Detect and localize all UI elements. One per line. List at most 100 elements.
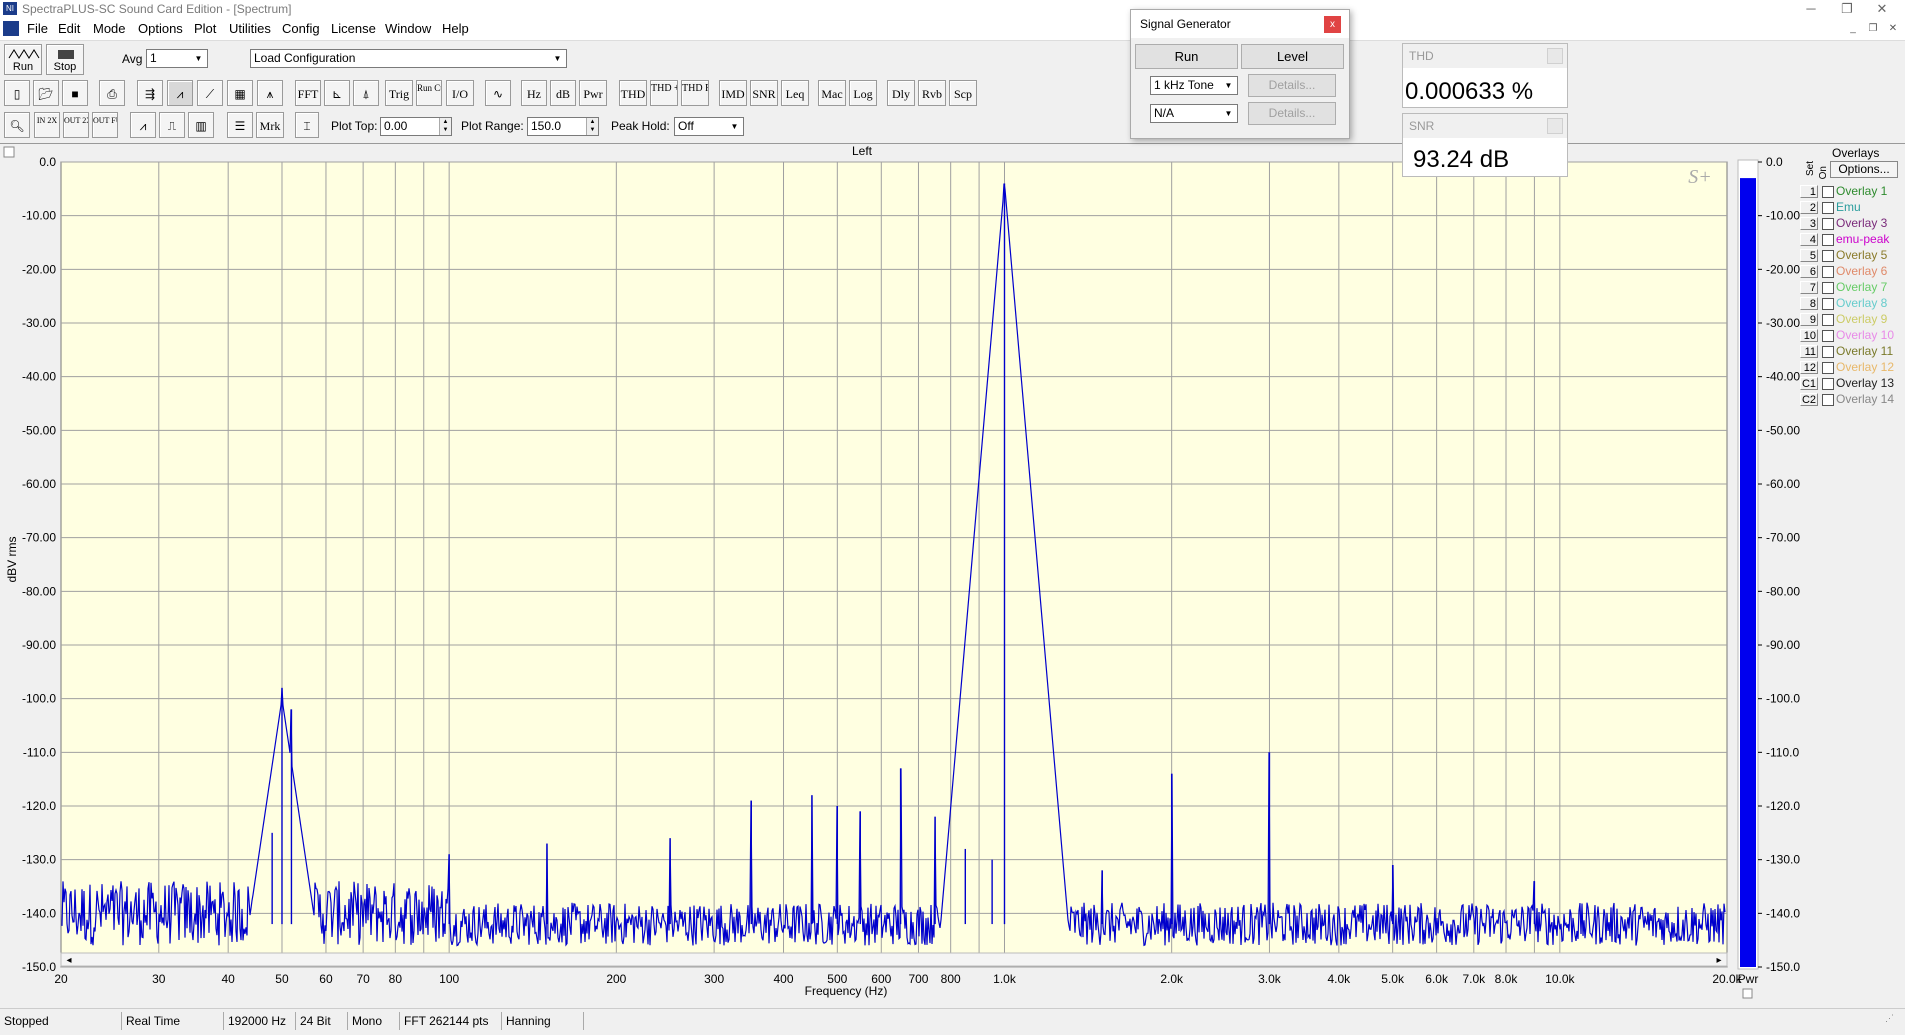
pwr-button[interactable]: Pwr — [579, 80, 607, 106]
rvb-button[interactable]: Rvb — [918, 80, 946, 106]
menu-window[interactable]: Window — [385, 21, 431, 36]
snr-meter-close-icon[interactable] — [1547, 118, 1563, 134]
overlay-on-checkbox[interactable] — [1822, 218, 1834, 230]
spectrogram-icon[interactable]: ▦ — [227, 80, 253, 106]
menu-file[interactable]: File — [27, 21, 48, 36]
menu-config[interactable]: Config — [282, 21, 320, 36]
overlay-on-checkbox[interactable] — [1822, 266, 1834, 278]
scroll-icon[interactable]: ⇶ — [137, 80, 163, 106]
collapse-icon[interactable] — [3, 146, 15, 158]
overlay-set-button[interactable]: 5 — [1800, 249, 1818, 262]
configuration-select[interactable]: Load Configuration ▼ — [250, 49, 567, 68]
new-icon[interactable]: ▯ — [4, 80, 30, 106]
resize-grip-icon[interactable]: ⋰ — [1885, 1013, 1901, 1029]
generator-icon[interactable]: ∿ — [485, 80, 511, 106]
overlay-on-checkbox[interactable] — [1822, 202, 1834, 214]
close-button[interactable]: ✕ — [1859, 0, 1905, 18]
hz-button[interactable]: Hz — [521, 80, 547, 106]
marker-button[interactable]: Mrk — [256, 112, 284, 138]
mdi-close-icon[interactable]: ✕ — [1885, 21, 1901, 36]
peak-hold-select[interactable]: Off ▼ — [674, 117, 744, 136]
menu-help[interactable]: Help — [442, 21, 469, 36]
menu-mode[interactable]: Mode — [93, 21, 126, 36]
overlay-set-button[interactable]: 4 — [1800, 233, 1818, 246]
overlay-on-checkbox[interactable] — [1822, 298, 1834, 310]
fft-button[interactable]: FFT — [295, 80, 321, 106]
avg-select[interactable]: 1 ▼ — [146, 49, 208, 68]
overlay-on-checkbox[interactable] — [1822, 362, 1834, 374]
plot-top-input[interactable]: 0.00 ▲ ▼ — [380, 117, 452, 136]
plot-range-input[interactable]: 150.0 ▲ ▼ — [527, 117, 599, 136]
overlay-set-button[interactable]: 6 — [1800, 265, 1818, 278]
zoom-out-2x-button[interactable]: OUT 2X — [63, 112, 89, 138]
overlay-set-button[interactable]: 7 — [1800, 281, 1818, 294]
overlays-options-button[interactable]: Options... — [1830, 161, 1898, 178]
zoom-icon[interactable]: 🔍︎ — [4, 112, 30, 138]
thd-freq-button[interactable]: THD Freq — [681, 80, 709, 106]
overlay-on-checkbox[interactable] — [1822, 314, 1834, 326]
line-plot-icon[interactable]: ⩘ — [130, 112, 156, 138]
second-details-button[interactable]: Details... — [1248, 102, 1336, 125]
save-icon[interactable]: ■ — [62, 80, 88, 106]
horizontal-scrollbar[interactable] — [60, 952, 1728, 967]
overlay-set-button[interactable]: 3 — [1800, 217, 1818, 230]
overlay-on-checkbox[interactable] — [1822, 330, 1834, 342]
menu-utilities[interactable]: Utilities — [229, 21, 271, 36]
zoom-in-2x-button[interactable]: IN 2X — [34, 112, 60, 138]
mdi-restore-icon[interactable]: ❐ — [1865, 21, 1881, 36]
weighting-icon[interactable]: ⍋ — [353, 80, 379, 106]
overlay-set-button[interactable]: 12 — [1800, 361, 1818, 374]
thd-meter-close-icon[interactable] — [1547, 48, 1563, 64]
dly-button[interactable]: Dly — [887, 80, 915, 106]
pwr-expand-icon[interactable] — [1742, 988, 1753, 999]
step-plot-icon[interactable]: ⎍ — [159, 112, 185, 138]
mac-button[interactable]: Mac — [818, 80, 846, 106]
log-button[interactable]: Log — [849, 80, 877, 106]
3d-surface-icon[interactable]: ⩚ — [257, 80, 283, 106]
cursor-icon[interactable]: ⌶ — [295, 112, 319, 138]
overlay-set-button[interactable]: 1 — [1800, 185, 1818, 198]
thd-n-button[interactable]: THD +N — [650, 80, 678, 106]
io-button[interactable]: I/O — [446, 80, 474, 106]
menu-options[interactable]: Options — [138, 21, 183, 36]
overlay-on-checkbox[interactable] — [1822, 234, 1834, 246]
document-icon[interactable] — [3, 21, 19, 36]
snr-button[interactable]: SNR — [750, 80, 778, 106]
spinner-icon[interactable]: ▲ ▼ — [586, 118, 598, 135]
thd-button[interactable]: THD — [619, 80, 647, 106]
overlay-set-button[interactable]: 9 — [1800, 313, 1818, 326]
menu-license[interactable]: License — [331, 21, 376, 36]
overlay-set-button[interactable]: 10 — [1800, 329, 1818, 342]
overlay-set-button[interactable]: 2 — [1800, 201, 1818, 214]
trig-button[interactable]: Trig — [385, 80, 413, 106]
scp-button[interactable]: Scp — [949, 80, 977, 106]
mdi-minimize-icon[interactable]: _ — [1845, 21, 1861, 36]
run-button[interactable]: Run — [4, 44, 42, 75]
print-icon[interactable]: ⎙ — [99, 80, 125, 106]
overlay-on-checkbox[interactable] — [1822, 394, 1834, 406]
waveform-details-button[interactable]: Details... — [1248, 74, 1336, 97]
spectrum-icon[interactable]: ⩘ — [167, 80, 193, 106]
run-ctrl-button[interactable]: Run Ctrl — [416, 80, 442, 106]
overlay-set-button[interactable]: 11 — [1800, 345, 1818, 358]
imd-button[interactable]: IMD — [719, 80, 747, 106]
menu-plot[interactable]: Plot — [194, 21, 216, 36]
second-channel-select[interactable]: N/A ▼ — [1150, 104, 1238, 123]
overlay-set-button[interactable]: C1 — [1800, 377, 1818, 390]
zoom-out-full-button[interactable]: OUT FULL — [92, 112, 118, 138]
spinner-icon[interactable]: ▲ ▼ — [439, 118, 451, 135]
overlay-on-checkbox[interactable] — [1822, 250, 1834, 262]
generator-level-button[interactable]: Level — [1241, 44, 1344, 69]
legend-icon[interactable]: ☰ — [227, 112, 253, 138]
time-series-icon[interactable]: ⟋ — [197, 80, 223, 106]
bar-plot-icon[interactable]: ▥ — [188, 112, 214, 138]
generator-run-button[interactable]: Run — [1135, 44, 1238, 69]
open-icon[interactable]: 📂︎ — [33, 80, 59, 106]
waveform-select[interactable]: 1 kHz Tone ▼ — [1150, 76, 1238, 95]
scale-icon[interactable]: ⊾ — [324, 80, 350, 106]
db-button[interactable]: dB — [550, 80, 576, 106]
overlay-on-checkbox[interactable] — [1822, 186, 1834, 198]
menu-edit[interactable]: Edit — [58, 21, 80, 36]
leq-button[interactable]: Leq — [781, 80, 809, 106]
overlay-on-checkbox[interactable] — [1822, 378, 1834, 390]
